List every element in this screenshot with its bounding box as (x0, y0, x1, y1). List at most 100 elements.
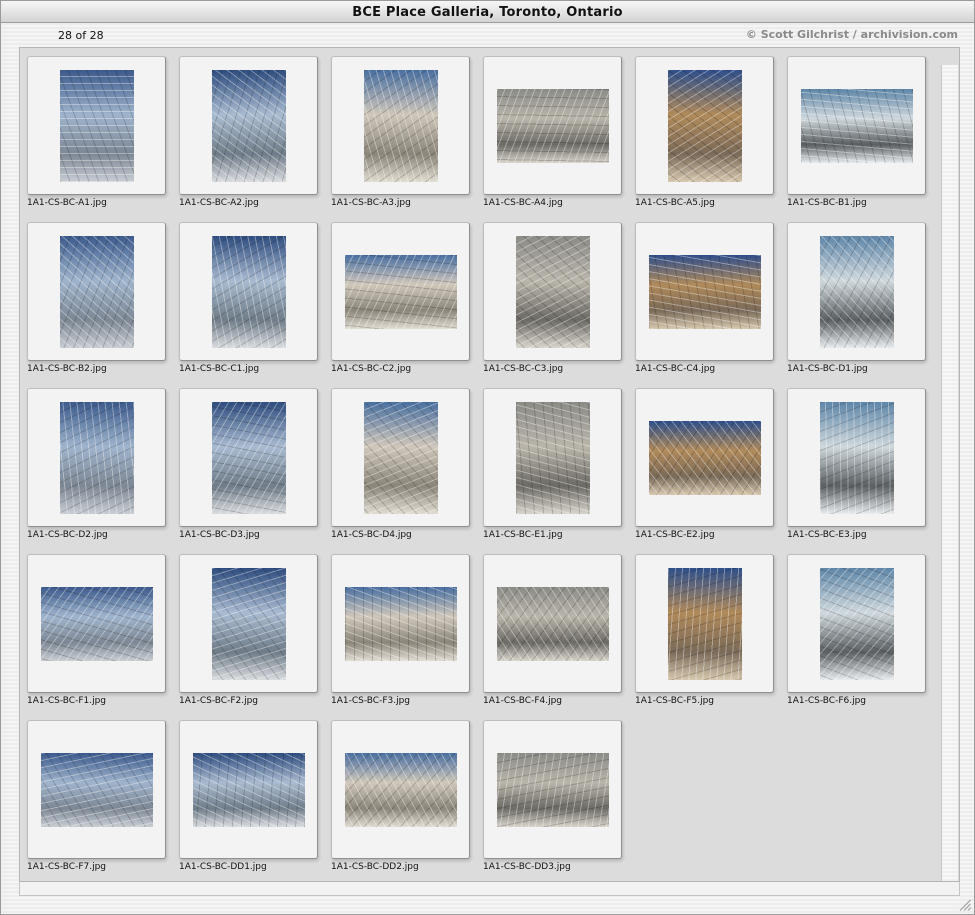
thumbnail-image (648, 254, 761, 329)
image-count: 28 of 28 (58, 29, 104, 42)
thumbnail-image (40, 752, 153, 827)
thumbnail-image (496, 586, 609, 661)
window-title: BCE Place Galleria, Toronto, Ontario (352, 5, 623, 20)
thumbnail-image (192, 752, 305, 827)
thumbnail-frame[interactable] (331, 720, 470, 859)
thumbnail-item[interactable]: 1A1-CS-BC-B1.jpg (780, 49, 930, 215)
thumbnail-frame[interactable] (483, 56, 622, 195)
thumbnail-item[interactable]: 1A1-CS-BC-F1.jpg (20, 547, 170, 713)
thumbnail-item[interactable]: 1A1-CS-BC-A2.jpg (172, 49, 322, 215)
gallery-window: BCE Place Galleria, Toronto, Ontario 28 … (0, 0, 975, 915)
thumbnail-frame[interactable] (483, 720, 622, 859)
thumbnail-image (496, 88, 609, 163)
thumbnail-item[interactable]: 1A1-CS-BC-A4.jpg (476, 49, 626, 215)
thumbnail-filename: 1A1-CS-BC-A1.jpg (27, 198, 107, 208)
thumbnail-filename: 1A1-CS-BC-B2.jpg (27, 364, 107, 374)
thumbnail-item[interactable]: 1A1-CS-BC-F6.jpg (780, 547, 930, 713)
thumbnail-item[interactable]: 1A1-CS-BC-D2.jpg (20, 381, 170, 547)
thumbnail-item[interactable]: 1A1-CS-BC-A3.jpg (324, 49, 474, 215)
thumbnail-item[interactable]: 1A1-CS-BC-D3.jpg (172, 381, 322, 547)
thumbnail-image (496, 752, 609, 827)
thumbnail-item[interactable]: 1A1-CS-BC-DD3.jpg (476, 713, 626, 879)
thumbnail-item[interactable]: 1A1-CS-BC-A1.jpg (20, 49, 170, 215)
thumbnail-frame[interactable] (787, 56, 926, 195)
thumbnail-item[interactable]: 1A1-CS-BC-A5.jpg (628, 49, 778, 215)
thumbnail-item[interactable]: 1A1-CS-BC-F4.jpg (476, 547, 626, 713)
thumbnail-filename: 1A1-CS-BC-C1.jpg (179, 364, 260, 374)
thumbnail-item[interactable]: 1A1-CS-BC-E3.jpg (780, 381, 930, 547)
thumbnail-image (667, 69, 742, 182)
thumbnail-frame[interactable] (483, 554, 622, 693)
thumbnail-frame[interactable] (179, 720, 318, 859)
thumbnail-item[interactable]: 1A1-CS-BC-C2.jpg (324, 215, 474, 381)
thumbnail-filename: 1A1-CS-BC-DD1.jpg (179, 862, 267, 872)
thumbnail-filename: 1A1-CS-BC-D1.jpg (787, 364, 868, 374)
thumbnail-filename: 1A1-CS-BC-F7.jpg (27, 862, 107, 872)
title-bar[interactable]: BCE Place Galleria, Toronto, Ontario (1, 1, 974, 23)
thumbnail-image (344, 586, 457, 661)
thumbnail-frame[interactable] (787, 554, 926, 693)
thumbnail-image (819, 567, 894, 680)
thumbnail-filename: 1A1-CS-BC-DD2.jpg (331, 862, 419, 872)
thumbnail-filename: 1A1-CS-BC-F1.jpg (27, 696, 107, 706)
thumbnail-item[interactable]: 1A1-CS-BC-C3.jpg (476, 215, 626, 381)
thumbnail-filename: 1A1-CS-BC-D4.jpg (331, 530, 412, 540)
thumbnail-frame[interactable] (787, 222, 926, 361)
thumbnail-frame[interactable] (635, 554, 774, 693)
thumbnail-frame[interactable] (27, 554, 166, 693)
thumbnail-item[interactable]: 1A1-CS-BC-F3.jpg (324, 547, 474, 713)
thumbnail-image (59, 401, 134, 514)
thumbnail-frame[interactable] (787, 388, 926, 527)
thumbnail-filename: 1A1-CS-BC-F2.jpg (179, 696, 259, 706)
thumbnail-frame[interactable] (331, 56, 470, 195)
thumbnail-frame[interactable] (27, 222, 166, 361)
thumbnail-filename: 1A1-CS-BC-DD3.jpg (483, 862, 571, 872)
thumbnail-image (819, 235, 894, 348)
thumbnail-item[interactable]: 1A1-CS-BC-C1.jpg (172, 215, 322, 381)
thumbnail-item[interactable]: 1A1-CS-BC-D4.jpg (324, 381, 474, 547)
thumbnail-frame[interactable] (179, 388, 318, 527)
horizontal-scrollbar[interactable] (19, 882, 960, 896)
thumbnail-item[interactable]: 1A1-CS-BC-DD1.jpg (172, 713, 322, 879)
thumbnail-frame[interactable] (635, 222, 774, 361)
thumbnail-frame[interactable] (27, 56, 166, 195)
thumbnail-item[interactable]: 1A1-CS-BC-DD2.jpg (324, 713, 474, 879)
thumbnail-item[interactable]: 1A1-CS-BC-F7.jpg (20, 713, 170, 879)
thumbnail-filename: 1A1-CS-BC-A4.jpg (483, 198, 563, 208)
thumbnail-filename: 1A1-CS-BC-F6.jpg (787, 696, 867, 706)
thumbnail-frame[interactable] (27, 720, 166, 859)
vertical-scrollbar[interactable] (941, 65, 958, 881)
thumbnail-frame[interactable] (179, 554, 318, 693)
thumbnail-filename: 1A1-CS-BC-E3.jpg (787, 530, 867, 540)
thumbnail-frame[interactable] (179, 56, 318, 195)
thumbnail-image (40, 586, 153, 661)
thumbnail-frame[interactable] (179, 222, 318, 361)
thumbnail-image (648, 420, 761, 495)
thumbnail-filename: 1A1-CS-BC-F4.jpg (483, 696, 563, 706)
thumbnail-frame[interactable] (331, 388, 470, 527)
resize-grip-icon[interactable] (958, 898, 972, 912)
thumbnail-image (344, 254, 457, 329)
thumbnail-item[interactable]: 1A1-CS-BC-E2.jpg (628, 381, 778, 547)
thumbnail-frame[interactable] (483, 222, 622, 361)
thumbnail-filename: 1A1-CS-BC-A2.jpg (179, 198, 259, 208)
thumbnail-frame[interactable] (483, 388, 622, 527)
thumbnail-frame[interactable] (331, 554, 470, 693)
thumbnail-item[interactable]: 1A1-CS-BC-E1.jpg (476, 381, 626, 547)
thumbnail-frame[interactable] (635, 56, 774, 195)
thumbnail-item[interactable]: 1A1-CS-BC-F5.jpg (628, 547, 778, 713)
thumbnail-image (344, 752, 457, 827)
thumbnail-filename: 1A1-CS-BC-C3.jpg (483, 364, 564, 374)
thumbnail-frame[interactable] (635, 388, 774, 527)
thumbnail-item[interactable]: 1A1-CS-BC-B2.jpg (20, 215, 170, 381)
thumbnail-filename: 1A1-CS-BC-F5.jpg (635, 696, 715, 706)
thumbnail-item[interactable]: 1A1-CS-BC-C4.jpg (628, 215, 778, 381)
thumbnail-frame[interactable] (27, 388, 166, 527)
thumbnail-item[interactable]: 1A1-CS-BC-D1.jpg (780, 215, 930, 381)
thumbnail-item[interactable]: 1A1-CS-BC-F2.jpg (172, 547, 322, 713)
thumbnail-frame[interactable] (331, 222, 470, 361)
thumbnail-image (667, 567, 742, 680)
thumbnail-image (800, 88, 913, 163)
thumbnail-image (211, 69, 286, 182)
thumbnail-filename: 1A1-CS-BC-E1.jpg (483, 530, 563, 540)
